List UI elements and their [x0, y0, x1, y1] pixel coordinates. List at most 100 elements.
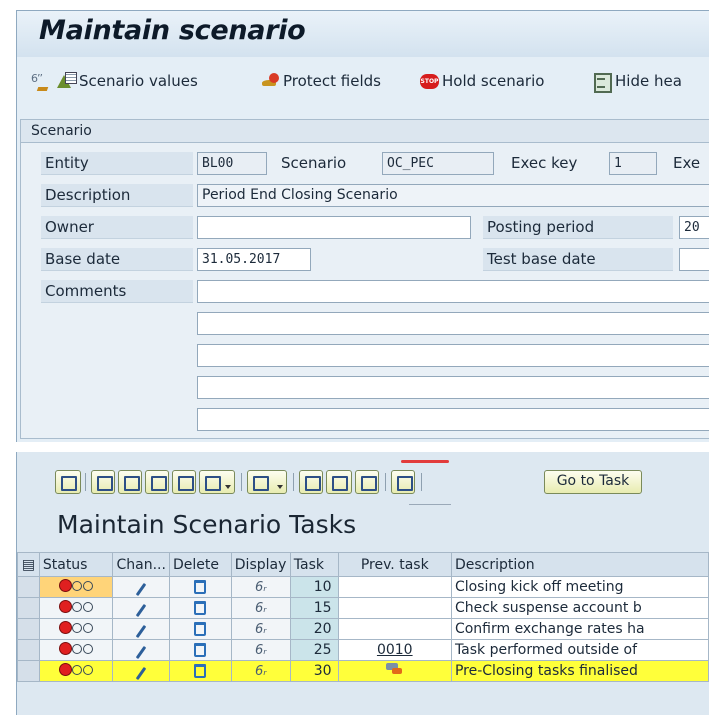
application-toolbar: Scenario values Protect fields Hold scen… — [17, 62, 709, 96]
prev-task-cell[interactable] — [337, 618, 452, 640]
change-cell[interactable] — [112, 639, 170, 661]
table-row[interactable]: 6ᵣ 15 Check suspense account b — [17, 597, 709, 619]
red-indicator — [401, 460, 449, 463]
comments-line-4[interactable] — [197, 376, 709, 399]
column-header-display[interactable]: Display — [230, 552, 291, 577]
glasses-icon: 6ᵣ — [254, 601, 267, 616]
prev-task-cell[interactable] — [337, 597, 452, 619]
trash-icon — [194, 643, 207, 657]
hold-scenario-button[interactable]: Hold scenario — [420, 70, 544, 92]
status-cell — [38, 618, 114, 640]
change-cell[interactable] — [112, 597, 170, 619]
table-row-selected[interactable]: 6ᵣ 30 Pre-Closing tasks finalised — [17, 660, 709, 682]
grid-title: Maintain Scenario Tasks — [57, 510, 357, 539]
column-header-task[interactable]: Task — [289, 552, 339, 577]
prev-task-cell[interactable]: 0010 — [337, 639, 452, 661]
display-cell[interactable]: 6ᵣ — [230, 660, 291, 682]
exe-label: Exe — [673, 154, 701, 172]
task-cell: 30 — [289, 660, 339, 682]
display-cell[interactable]: 6ᵣ — [230, 618, 291, 640]
display-cell[interactable]: 6ᵣ — [230, 639, 291, 661]
task-cell: 20 — [289, 618, 339, 640]
base-date-field[interactable]: 31.05.2017 — [197, 248, 311, 271]
comments-line-2[interactable] — [197, 312, 709, 335]
hide-header-label: Hide hea — [615, 72, 682, 90]
traffic-light-red-icon — [59, 580, 93, 591]
protect-fields-button[interactable]: Protect fields — [261, 70, 381, 92]
find-button[interactable] — [145, 470, 169, 494]
hide-header-button[interactable]: Hide hea — [593, 70, 682, 93]
scenario-field[interactable]: OC_PEC — [382, 152, 494, 175]
scenario-values-button[interactable]: Scenario values — [57, 70, 198, 92]
change-cell[interactable] — [112, 660, 170, 682]
comments-line-1[interactable] — [197, 280, 709, 303]
exec-key-label: Exec key — [511, 154, 578, 172]
hold-scenario-label: Hold scenario — [442, 72, 545, 90]
comments-line-3[interactable] — [197, 344, 709, 367]
display-change-button[interactable] — [31, 70, 53, 92]
layout-button[interactable] — [391, 470, 415, 494]
comments-line-5[interactable] — [197, 408, 709, 431]
owner-label: Owner — [41, 216, 193, 239]
row-selector[interactable] — [17, 660, 40, 682]
traffic-light-red-icon — [59, 601, 93, 612]
owner-field[interactable] — [197, 216, 471, 239]
predecessor-link-icon[interactable] — [385, 663, 404, 675]
delete-row-button[interactable] — [355, 470, 379, 494]
glasses-icon: 6ᵣ — [254, 643, 267, 658]
delete-cell[interactable] — [168, 660, 232, 682]
entity-field[interactable]: BL00 — [197, 152, 267, 175]
change-cell[interactable] — [112, 618, 170, 640]
column-header-prev-task[interactable]: Prev. task — [337, 552, 452, 577]
sort-ascending-button[interactable] — [91, 470, 115, 494]
create-button[interactable] — [299, 470, 323, 494]
description-field[interactable]: Period End Closing Scenario — [197, 184, 709, 207]
scenario-label: Scenario — [281, 154, 347, 172]
go-to-task-button[interactable]: Go to Task — [544, 470, 642, 494]
delete-cell[interactable] — [168, 576, 232, 598]
posting-period-field[interactable]: 20 — [679, 216, 709, 239]
filter-button[interactable] — [199, 470, 235, 494]
change-cell[interactable] — [112, 576, 170, 598]
grid-toolbar: Go to Task — [17, 470, 709, 498]
delete-cell[interactable] — [168, 618, 232, 640]
select-all-icon[interactable]: ▤ — [17, 552, 40, 577]
column-header-delete[interactable]: Delete — [168, 552, 232, 577]
display-cell[interactable]: 6ᵣ — [230, 576, 291, 598]
print-button[interactable] — [247, 470, 287, 494]
details-button[interactable] — [55, 470, 81, 494]
delete-cell[interactable] — [168, 639, 232, 661]
posting-period-label: Posting period — [483, 216, 673, 239]
find-next-button[interactable] — [172, 470, 196, 494]
copy-button[interactable] — [326, 470, 352, 494]
prev-task-cell[interactable] — [337, 576, 452, 598]
table-header-row: ▤ Status Chan... Delete Display Task Pre… — [17, 552, 709, 577]
scenario-header-frame: Maintain scenario Scenario values Protec… — [16, 10, 709, 442]
page-title: Maintain scenario — [39, 15, 306, 46]
row-selector[interactable] — [17, 639, 40, 661]
display-change-icon — [31, 72, 51, 90]
sap-window: Maintain scenario Scenario values Protec… — [0, 0, 709, 715]
status-cell — [38, 639, 114, 661]
column-header-description[interactable]: Description — [450, 552, 709, 577]
sort-descending-button[interactable] — [118, 470, 142, 494]
frame-splitter[interactable] — [0, 442, 709, 452]
display-cell[interactable]: 6ᵣ — [230, 597, 291, 619]
row-selector[interactable] — [17, 597, 40, 619]
test-base-date-field[interactable] — [679, 248, 709, 271]
table-row[interactable]: 6ᵣ 20 Confirm exchange rates ha — [17, 618, 709, 640]
prev-task-cell[interactable] — [337, 660, 452, 682]
glasses-icon: 6ᵣ — [254, 580, 267, 595]
column-header-change[interactable]: Chan... — [112, 552, 170, 577]
pencil-icon — [135, 582, 147, 597]
table-row[interactable]: 6ᵣ 25 0010 Task performed outside of — [17, 639, 709, 661]
delete-cell[interactable] — [168, 597, 232, 619]
exec-key-field[interactable]: 1 — [609, 152, 657, 175]
scenario-group: Scenario Entity BL00 Scenario OC_PEC Exe… — [20, 119, 709, 439]
row-selector[interactable] — [17, 576, 40, 598]
row-selector[interactable] — [17, 618, 40, 640]
table-row[interactable]: 6ᵣ 10 Closing kick off meeting — [17, 576, 709, 598]
glasses-icon: 6ᵣ — [254, 664, 267, 679]
column-header-status[interactable]: Status — [38, 552, 114, 577]
status-cell — [38, 660, 114, 682]
